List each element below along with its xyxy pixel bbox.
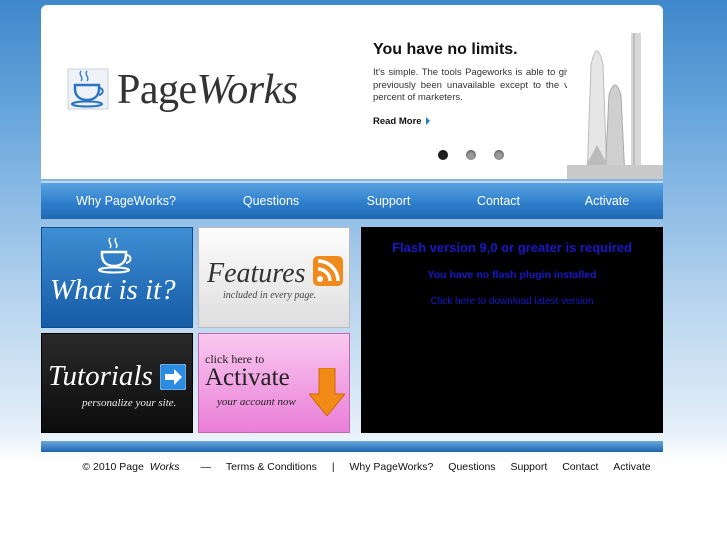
nav-questions[interactable]: Questions: [211, 194, 331, 208]
read-more-link[interactable]: Read More: [373, 116, 430, 127]
footer-bar: [41, 441, 663, 452]
main-nav: Why PageWorks? Questions Support Contact…: [41, 181, 663, 219]
what-is-it-tile[interactable]: What is it?: [41, 227, 193, 328]
features-tile[interactable]: Features included in every page.: [198, 227, 350, 328]
activate-tile[interactable]: click here to Activate your account now: [198, 333, 350, 433]
footer-copyright-text: © 2010 Page: [82, 461, 144, 473]
space-shuttle-image: [567, 25, 663, 179]
down-arrow-icon: [309, 368, 345, 416]
footer-link-contact[interactable]: Contact: [562, 461, 598, 473]
tutorials-title: Tutorials: [48, 360, 153, 392]
footer-link-why-pageworks[interactable]: Why PageWorks?: [350, 461, 434, 473]
nav-contact[interactable]: Contact: [446, 194, 551, 208]
coffee-cup-icon: [67, 65, 111, 116]
flash-message: You have no flash plugin installed: [427, 269, 597, 281]
read-more-label: Read More: [373, 115, 422, 127]
footer-link-support[interactable]: Support: [510, 461, 547, 473]
logo-text-works: Works: [196, 67, 298, 113]
footer-link-questions[interactable]: Questions: [448, 461, 495, 473]
footer-terms-link[interactable]: Terms & Conditions: [226, 461, 317, 473]
footer-dash: —: [200, 461, 211, 473]
slider-dot-1[interactable]: [438, 150, 448, 160]
tutorials-subtitle: personalize your site.: [82, 397, 177, 409]
slider-dot-2[interactable]: [466, 150, 476, 160]
activate-subtitle: your account now: [217, 396, 296, 408]
logo-text: PageWorks: [117, 66, 298, 114]
arrow-right-icon: [425, 117, 430, 125]
nav-support[interactable]: Support: [331, 194, 446, 208]
flash-download-link[interactable]: Click here to download latest version: [361, 296, 663, 307]
nav-why-pageworks[interactable]: Why PageWorks?: [41, 194, 211, 208]
tutorials-tile[interactable]: Tutorials personalize your site.: [41, 333, 193, 433]
flash-heading: Flash version 9,0 or greater is required: [392, 240, 632, 255]
footer-copyright-works: Works: [149, 461, 180, 473]
rss-icon: [313, 256, 343, 286]
logo[interactable]: PageWorks: [67, 60, 298, 120]
nav-activate[interactable]: Activate: [551, 194, 663, 208]
footer-copyright: © 2010 Page Works: [76, 461, 179, 473]
flash-placeholder: Flash version 9,0 or greater is required…: [361, 227, 663, 433]
footer: © 2010 Page Works — Terms & Conditions | …: [0, 461, 727, 473]
slider-dot-3[interactable]: [494, 150, 504, 160]
features-title: Features: [207, 258, 306, 289]
activate-title: Activate: [205, 364, 290, 391]
coffee-cup-icon: [98, 237, 132, 274]
play-arrow-icon: [160, 364, 186, 390]
what-is-it-title: What is it?: [50, 274, 176, 306]
features-subtitle: included in every page.: [223, 290, 317, 301]
slider-dots: [438, 150, 504, 160]
footer-link-activate[interactable]: Activate: [613, 461, 650, 473]
header-banner: PageWorks You have no limits. It's simpl…: [41, 5, 663, 179]
footer-separator: |: [331, 461, 335, 473]
logo-text-page: Page: [117, 67, 197, 113]
